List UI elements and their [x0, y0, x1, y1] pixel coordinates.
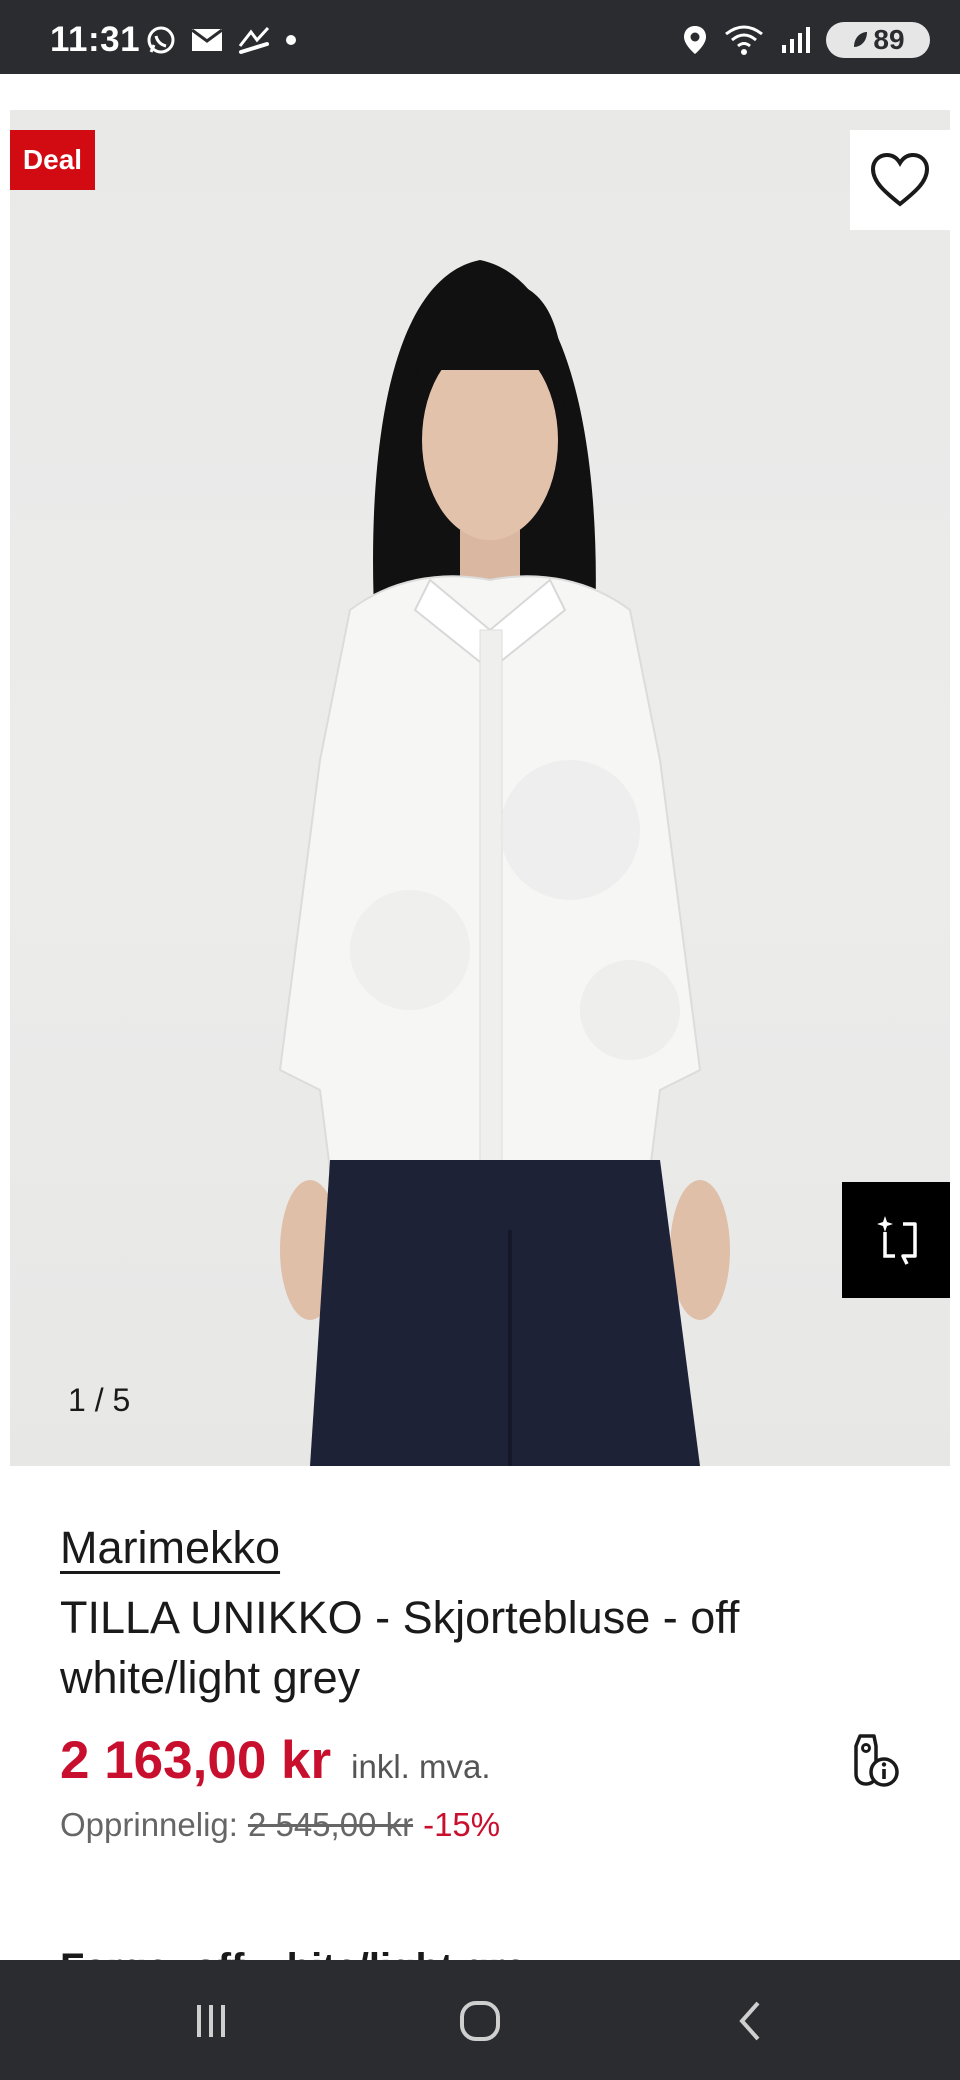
- vat-note: inkl. mva.: [351, 1748, 491, 1785]
- home-icon: [460, 2001, 500, 2041]
- status-system-icons: 89: [682, 22, 930, 58]
- product-photo: [278, 260, 730, 1466]
- brand-link[interactable]: Marimekko: [60, 1522, 280, 1574]
- location-icon: [684, 26, 706, 54]
- recent-apps-button[interactable]: [181, 1996, 241, 2046]
- virtual-try-on-icon: [877, 1216, 917, 1265]
- battery-indicator: 89: [826, 22, 930, 58]
- deal-badge: Deal: [10, 130, 95, 190]
- home-button[interactable]: [450, 1996, 510, 2046]
- product-image-gallery[interactable]: Deal 1 / 5: [10, 110, 950, 1466]
- original-price-label: Opprinnelig:: [60, 1806, 238, 1843]
- whatsapp-icon: [147, 26, 175, 54]
- heart-icon: [870, 152, 930, 207]
- price-row: 2 163,00 kr inkl. mva.: [60, 1730, 491, 1791]
- battery-saver-icon: [854, 32, 868, 47]
- discount-badge: -15%: [423, 1806, 501, 1843]
- original-price: 2 545,00 kr: [247, 1806, 414, 1843]
- color-heading-partial: Farge: off white/light grey: [60, 1946, 549, 1960]
- current-price: 2 163,00 kr: [60, 1731, 332, 1790]
- wifi-icon: [725, 25, 763, 55]
- original-price-row: Opprinnelig: 2 545,00 kr -15%: [60, 1806, 500, 1844]
- missed-call-icon: [238, 26, 270, 54]
- status-time: 11:31: [50, 20, 141, 59]
- recent-apps-icon: [197, 2005, 225, 2037]
- product-title: TILLA UNIKKO - Skjortebluse - off white/…: [60, 1592, 740, 1703]
- dot-icon: [286, 35, 296, 45]
- back-icon: [739, 2001, 760, 2041]
- mail-icon: [191, 28, 223, 51]
- image-counter: 1 / 5: [68, 1382, 131, 1418]
- price-tag-info-icon[interactable]: [838, 1728, 902, 1792]
- wishlist-button[interactable]: [850, 130, 950, 230]
- status-bar: 11:31 89: [0, 0, 960, 74]
- virtual-try-on-button[interactable]: [842, 1182, 950, 1298]
- back-button[interactable]: [720, 1996, 780, 2046]
- battery-level: 89: [873, 24, 905, 55]
- system-navigation-bar: [0, 1960, 960, 2080]
- signal-icon: [782, 27, 810, 53]
- status-notification-icons: [145, 24, 297, 56]
